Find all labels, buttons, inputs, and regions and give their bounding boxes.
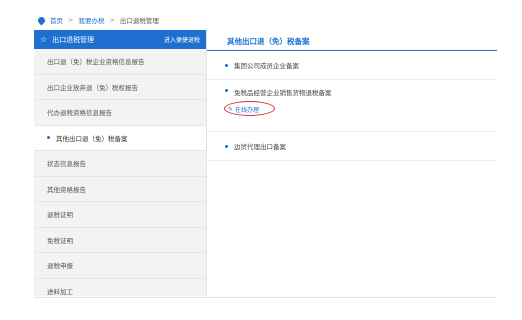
sidebar-item-qualification-report[interactable]: 出口退（免）税企业资格信息报告 [34,49,206,75]
breadcrumb-separator: > [68,16,74,24]
tab-bar: 其他出口退（免）税备案 [207,30,497,51]
list-item[interactable]: 免税品经营企业销售货物退税备案 ✎ 在线办理 [207,80,497,132]
sidebar-title: 出口退税管理 [52,35,95,44]
breadcrumb-home[interactable]: 首页 [50,15,63,25]
sidebar-item-label: 退税证明 [47,211,73,220]
quick-refund-link[interactable]: 进入便捷退税 [164,35,200,44]
breadcrumb-current: 出口退税管理 [119,17,159,25]
bullet-icon [47,136,50,140]
sidebar-item-agent-report[interactable]: 代办退税资格信息报告 [34,100,206,126]
main-content: 其他出口退（免）税备案 集团公司成员企业备案 免税品经营企业销售货物退税备案 ✎… [207,30,497,296]
list-item-label: 集团公司成员企业备案 [234,62,299,70]
pencil-icon: ✎ [228,106,234,113]
bullet-icon [225,144,228,148]
divider [34,297,497,298]
sidebar-item-label: 出口退（免）税企业资格信息报告 [47,58,145,67]
online-handle-link[interactable]: ✎ 在线办理 [228,105,259,114]
list-item-label: 免税品经营企业销售货物退税备案 [234,89,332,97]
bullet-icon [225,89,228,92]
sidebar-item-status-report[interactable]: 状态信息报告 [34,151,206,177]
sidebar-item-label: 出口企业放弃退（免）税权报告 [47,83,138,92]
sidebar-item-label: 其他资格报告 [47,185,86,194]
sidebar-item-label: 其他出口退（免）税备案 [56,134,128,143]
list-item[interactable]: 集团公司成员企业备案 [207,51,497,80]
list-item-label: 边贸代理出口备案 [234,143,286,151]
sidebar-item-refund-certificate[interactable]: 退税证明 [34,202,206,228]
breadcrumb-separator: > [109,16,115,24]
breadcrumb: 首页 > 我要办税 > 出口退税管理 [36,14,159,26]
sidebar-menu: 出口退（免）税企业资格信息报告 出口企业放弃退（免）税权报告 代办退税资格信息报… [34,49,206,296]
sidebar-item-other-filing[interactable]: 其他出口退（免）税备案 [34,125,206,151]
bullet-icon [225,63,228,67]
sidebar-item-exemption-certificate[interactable]: 免税证明 [34,228,206,253]
list-item[interactable]: 边贸代理出口备案 [207,132,497,161]
sidebar-item-processing-trade[interactable]: 进料加工 [34,279,206,297]
sidebar-item-label: 进料加工 [47,287,73,296]
sidebar: ☆ 出口退税管理 进入便捷退税 出口退（免）税企业资格信息报告 出口企业放弃退（… [34,30,207,296]
sidebar-item-other-qualification[interactable]: 其他资格报告 [34,177,206,202]
sidebar-item-label: 退税申报 [47,262,73,271]
breadcrumb-tax-service[interactable]: 我要办税 [78,15,104,25]
location-pin-icon [36,15,47,25]
sidebar-header: ☆ 出口退税管理 进入便捷退税 [34,30,206,49]
sidebar-item-waiver-report[interactable]: 出口企业放弃退（免）税权报告 [34,75,206,100]
star-icon: ☆ [40,35,48,44]
tab-other-filing[interactable]: 其他出口退（免）税备案 [227,36,310,50]
sidebar-item-label: 状态信息报告 [47,160,86,169]
sidebar-item-label: 代办退税资格信息报告 [47,109,112,118]
sidebar-item-label: 免税证明 [47,236,73,245]
sidebar-item-refund-declaration[interactable]: 退税申报 [34,253,206,279]
online-handle-label: 在线办理 [235,107,260,114]
